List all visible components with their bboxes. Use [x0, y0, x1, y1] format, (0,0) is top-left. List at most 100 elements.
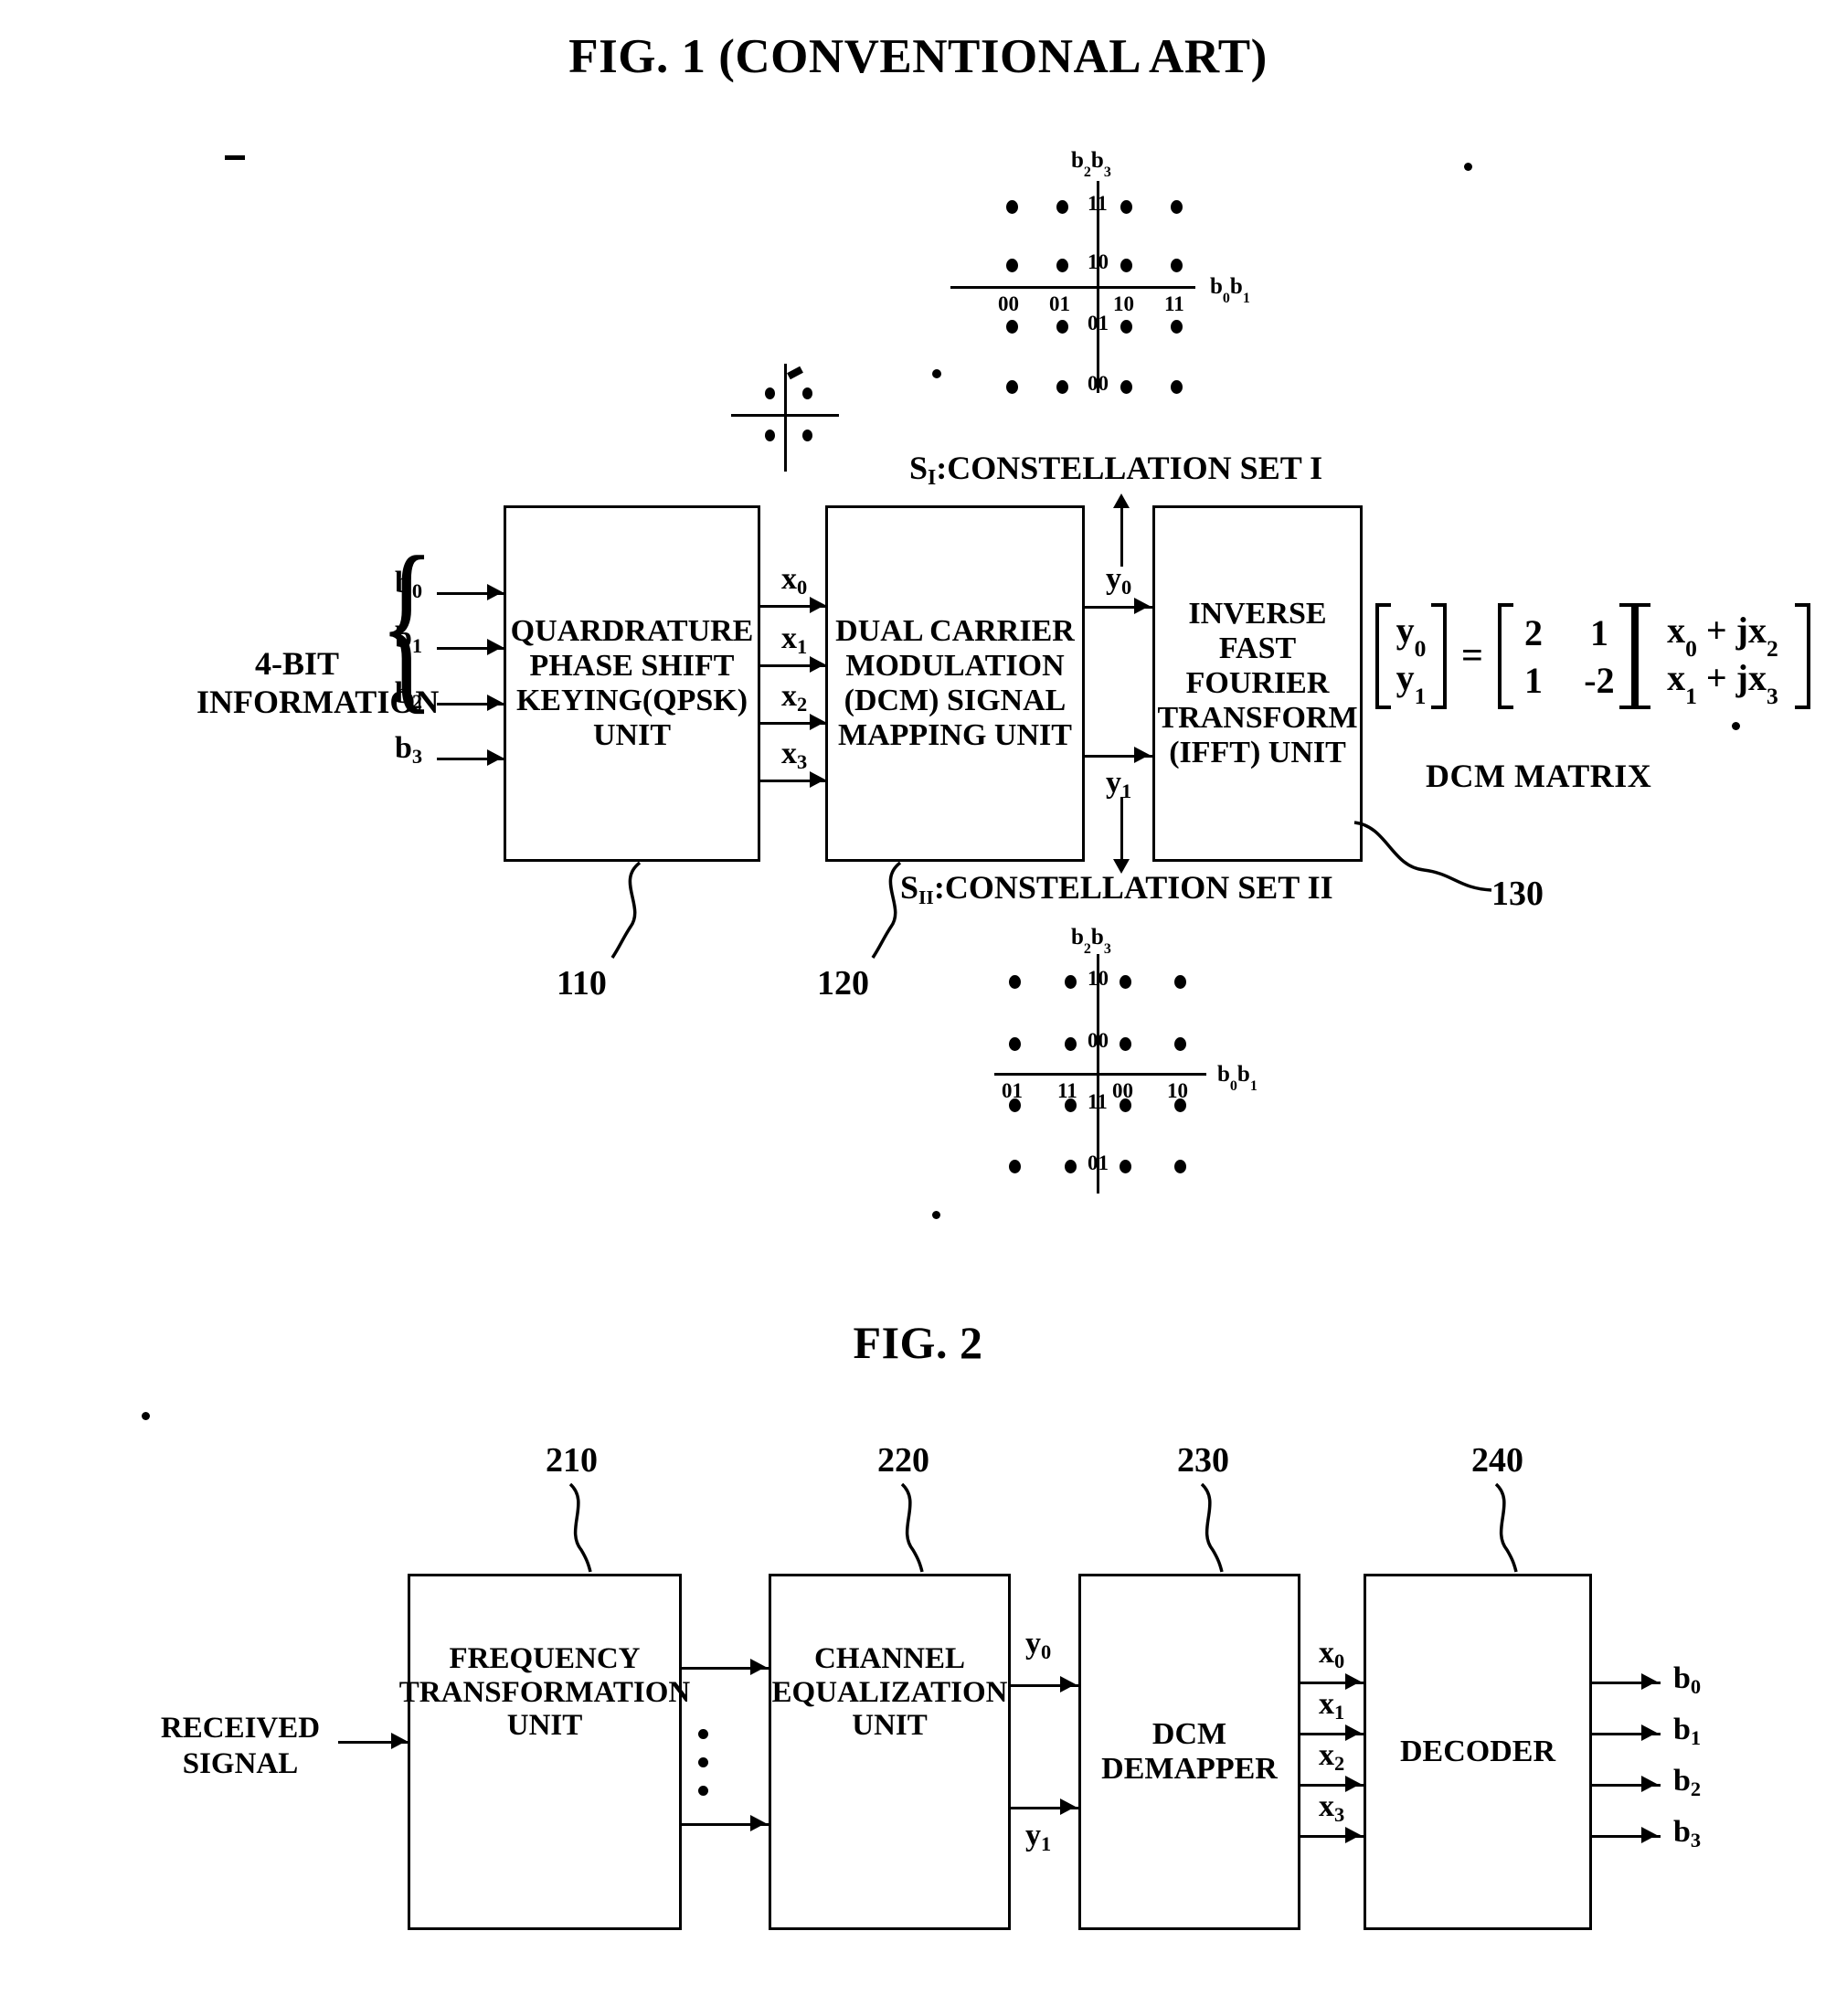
- qpsk-point: [765, 430, 775, 441]
- scan-speck: [932, 1211, 940, 1219]
- connection-ellipsis-210-220: [698, 1729, 708, 1814]
- block-channel-equalization-unit-label: CHANNEL EQUALIZATION UNIT: [771, 1641, 1008, 1743]
- constellation-col-label: 01: [1002, 1079, 1023, 1102]
- block-channel-equalization-unit[interactable]: CHANNEL EQUALIZATION UNIT: [769, 1574, 1011, 1930]
- equation-lhs-y1: y1: [1396, 656, 1427, 710]
- signal-label-x0: x0: [781, 562, 808, 599]
- constellation-col-label: 11: [1164, 292, 1184, 315]
- constellation-col-label: 10: [1113, 292, 1134, 315]
- block-dcm-mapping-unit[interactable]: DUAL CARRIER MODULATION (DCM) SIGNAL MAP…: [825, 505, 1085, 862]
- constellation-x-axis-label: b0b1: [1217, 1062, 1258, 1094]
- output-label-b3: b3: [1673, 1815, 1702, 1852]
- input-bit-label-b1: b1: [395, 621, 423, 657]
- ref-number-230: 230: [1177, 1441, 1229, 1480]
- constellation-point: [1174, 1037, 1186, 1051]
- output-label-b2: b2: [1673, 1764, 1702, 1800]
- output-arrow-b1: [1641, 1724, 1657, 1741]
- input-bit-label-b0: b0: [395, 566, 423, 602]
- signal-arrow-x0: [810, 597, 825, 613]
- signal-label-y0-fig2: y0: [1025, 1627, 1052, 1663]
- constellation-col-label: 10: [1167, 1079, 1188, 1102]
- constellation-col-label: 11: [1057, 1079, 1077, 1102]
- signal-arrow-y0: [1134, 598, 1150, 614]
- signal-label-x0-fig2: x0: [1319, 1636, 1345, 1672]
- constellation-set-2-caption: SII:CONSTELLATION SET II: [900, 869, 1333, 908]
- constellation-set-1-diagram: b2b3 b0b1 11 10 01 00 00 01 10 11: [950, 146, 1252, 395]
- signal-label-x2: x2: [781, 679, 808, 716]
- fig2-title: FIG. 2: [853, 1317, 983, 1368]
- ref-number-210: 210: [546, 1441, 598, 1480]
- signal-arrow-x1-fig2: [1345, 1724, 1361, 1741]
- scan-speck: [932, 369, 941, 378]
- block-frequency-transformation-unit[interactable]: FREQUENCY TRANSFORMATION UNIT: [399, 1574, 690, 1930]
- signal-arrow-x3-fig2: [1345, 1827, 1361, 1843]
- block-dcm-demapper[interactable]: DCM DEMAPPER: [1078, 1574, 1300, 1930]
- constellation-point: [1120, 200, 1132, 214]
- connection-arrow-bottom-210-220: [750, 1815, 766, 1831]
- constellation-set-2-symbol-sub: II: [918, 886, 934, 908]
- constellation-point: [1171, 380, 1183, 394]
- constellation-set-1-symbol: S: [909, 450, 929, 486]
- block-dcm-demapper-label: DCM DEMAPPER: [1101, 1716, 1278, 1786]
- output-label-b0: b0: [1673, 1661, 1702, 1698]
- input-arrow-b0: [487, 584, 503, 600]
- ref-210-leader-line: [568, 1482, 592, 1573]
- block-qpsk-unit-label: QUARDRATURE PHASE SHIFT KEYING(QPSK) UNI…: [510, 613, 754, 753]
- scan-speck: [1464, 163, 1472, 171]
- constellation-point: [1009, 1037, 1021, 1051]
- constellation-point: [1120, 259, 1132, 272]
- ref-number-120: 120: [817, 964, 869, 1003]
- equation-rhs-vector: x0 + jx2 x1 + jx3: [1634, 603, 1810, 709]
- constellation-link-line-up: [1120, 498, 1123, 567]
- constellation-point: [1056, 200, 1068, 214]
- ref-number-220: 220: [877, 1441, 929, 1480]
- block-ifft-unit[interactable]: INVERSE FAST FOURIER TRANSFORM (IFFT) UN…: [1152, 505, 1363, 862]
- constellation-point: [1009, 1160, 1021, 1173]
- output-arrow-b2: [1641, 1776, 1657, 1792]
- input-bit-label-b2: b2: [395, 676, 423, 713]
- constellation-col-label: 00: [998, 292, 1019, 315]
- qpsk-y-axis: [784, 364, 787, 472]
- constellation-row-label: 01: [1088, 312, 1109, 334]
- constellation-point: [1171, 320, 1183, 334]
- block-qpsk-unit[interactable]: QUARDRATURE PHASE SHIFT KEYING(QPSK) UNI…: [504, 505, 760, 862]
- constellation-point: [1006, 380, 1018, 394]
- constellation-point: [1120, 975, 1131, 989]
- constellation-col-label: 00: [1112, 1079, 1133, 1102]
- constellation-set-1-caption: SI:CONSTELLATION SET I: [909, 450, 1322, 490]
- signal-label-y1-fig2: y1: [1025, 1819, 1052, 1855]
- ref-110-leader-line: [610, 861, 642, 959]
- constellation-y-axis-label: b2b3: [1071, 148, 1111, 180]
- constellation-point: [1056, 380, 1068, 394]
- constellation-point: [1006, 259, 1018, 272]
- input-arrow-b1: [487, 639, 503, 655]
- signal-label-x3-fig2: x3: [1319, 1789, 1345, 1826]
- ref-230-leader-line: [1200, 1482, 1224, 1573]
- signal-label-y1: y1: [1106, 766, 1132, 802]
- constellation-set-2-diagram: b2b3 b0b1 10 00 11 01 01 11 00 10: [950, 923, 1258, 1197]
- connection-arrow-top-210-220: [750, 1659, 766, 1675]
- constellation-row-label: 01: [1088, 1151, 1109, 1174]
- ref-number-240: 240: [1471, 1441, 1523, 1480]
- qpsk-point: [802, 430, 812, 441]
- qpsk-x-axis: [731, 414, 839, 417]
- constellation-point: [1006, 200, 1018, 214]
- constellation-x-axis-label: b0b1: [1210, 274, 1250, 306]
- equation-rhs-row0: x0 + jx2: [1667, 609, 1778, 663]
- constellation-row-label: 11: [1088, 192, 1108, 215]
- constellation-point: [1120, 320, 1132, 334]
- block-dcm-mapping-unit-label: DUAL CARRIER MODULATION (DCM) SIGNAL MAP…: [835, 613, 1075, 753]
- input-arrow-b2: [487, 695, 503, 711]
- signal-label-x1-fig2: x1: [1319, 1687, 1345, 1724]
- block-decoder[interactable]: DECODER: [1364, 1574, 1592, 1930]
- input-bit-label-b3: b3: [395, 731, 423, 768]
- equation-lhs-y0: y0: [1396, 609, 1427, 663]
- ref-number-110: 110: [557, 964, 607, 1003]
- dcm-matrix-caption: DCM MATRIX: [1426, 758, 1652, 794]
- constellation-row-label: 11: [1088, 1090, 1108, 1113]
- signal-label-x1: x1: [781, 621, 808, 658]
- constellation-point: [1006, 320, 1018, 334]
- ref-120-leader-line: [871, 861, 902, 959]
- constellation-point: [1171, 259, 1183, 272]
- equation-dcm-matrix: 2 1 1 -2: [1497, 603, 1635, 709]
